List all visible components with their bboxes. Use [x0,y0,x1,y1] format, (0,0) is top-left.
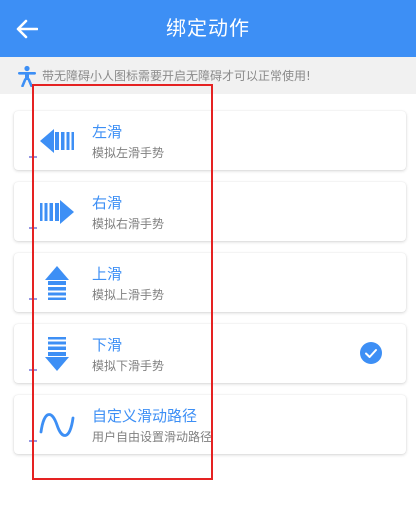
action-subtitle: 模拟上滑手势 [92,288,165,302]
action-subtitle: 模拟下滑手势 [92,359,165,373]
page-title: 绑定动作 [166,16,250,40]
action-card-swipe-left[interactable]: 左滑 模拟左滑手势 [14,111,406,170]
action-title: 下滑 [92,336,123,354]
touch-pointer-icon [29,366,37,378]
swipe-left-icon [40,129,74,153]
swipe-down-icon [45,337,69,371]
action-card-swipe-down[interactable]: 下滑 模拟下滑手势 [14,324,406,383]
action-subtitle: 模拟右滑手势 [92,217,165,231]
app-header: 绑定动作 [0,0,416,57]
accessibility-notice: 带无障碍小人图标需要开启无障碍才可以正常使用! [0,57,416,94]
accessibility-person-icon [18,65,36,87]
touch-pointer-icon [29,437,37,449]
touch-pointer-icon [29,295,37,307]
action-title: 右滑 [92,194,123,212]
swipe-right-icon [40,200,74,224]
notice-text: 带无障碍小人图标需要开启无障碍才可以正常使用! [42,69,311,83]
action-title: 上滑 [92,265,123,283]
action-title: 自定义滑动路径 [92,407,198,425]
custom-path-icon [39,413,75,437]
action-card-custom-path[interactable]: 自定义滑动路径 用户自由设置滑动路径 [14,395,406,454]
action-card-swipe-right[interactable]: 右滑 模拟右滑手势 [14,182,406,241]
swipe-up-icon [45,266,69,300]
back-button[interactable] [8,10,46,48]
action-subtitle: 用户自由设置滑动路径 [92,430,213,444]
touch-pointer-icon [29,224,37,236]
touch-pointer-icon [29,153,37,165]
action-title: 左滑 [92,123,123,141]
selected-check-icon [360,342,382,364]
action-card-swipe-up[interactable]: 上滑 模拟上滑手势 [14,253,406,312]
action-subtitle: 模拟左滑手势 [92,146,165,160]
arrow-left-icon [16,19,38,39]
